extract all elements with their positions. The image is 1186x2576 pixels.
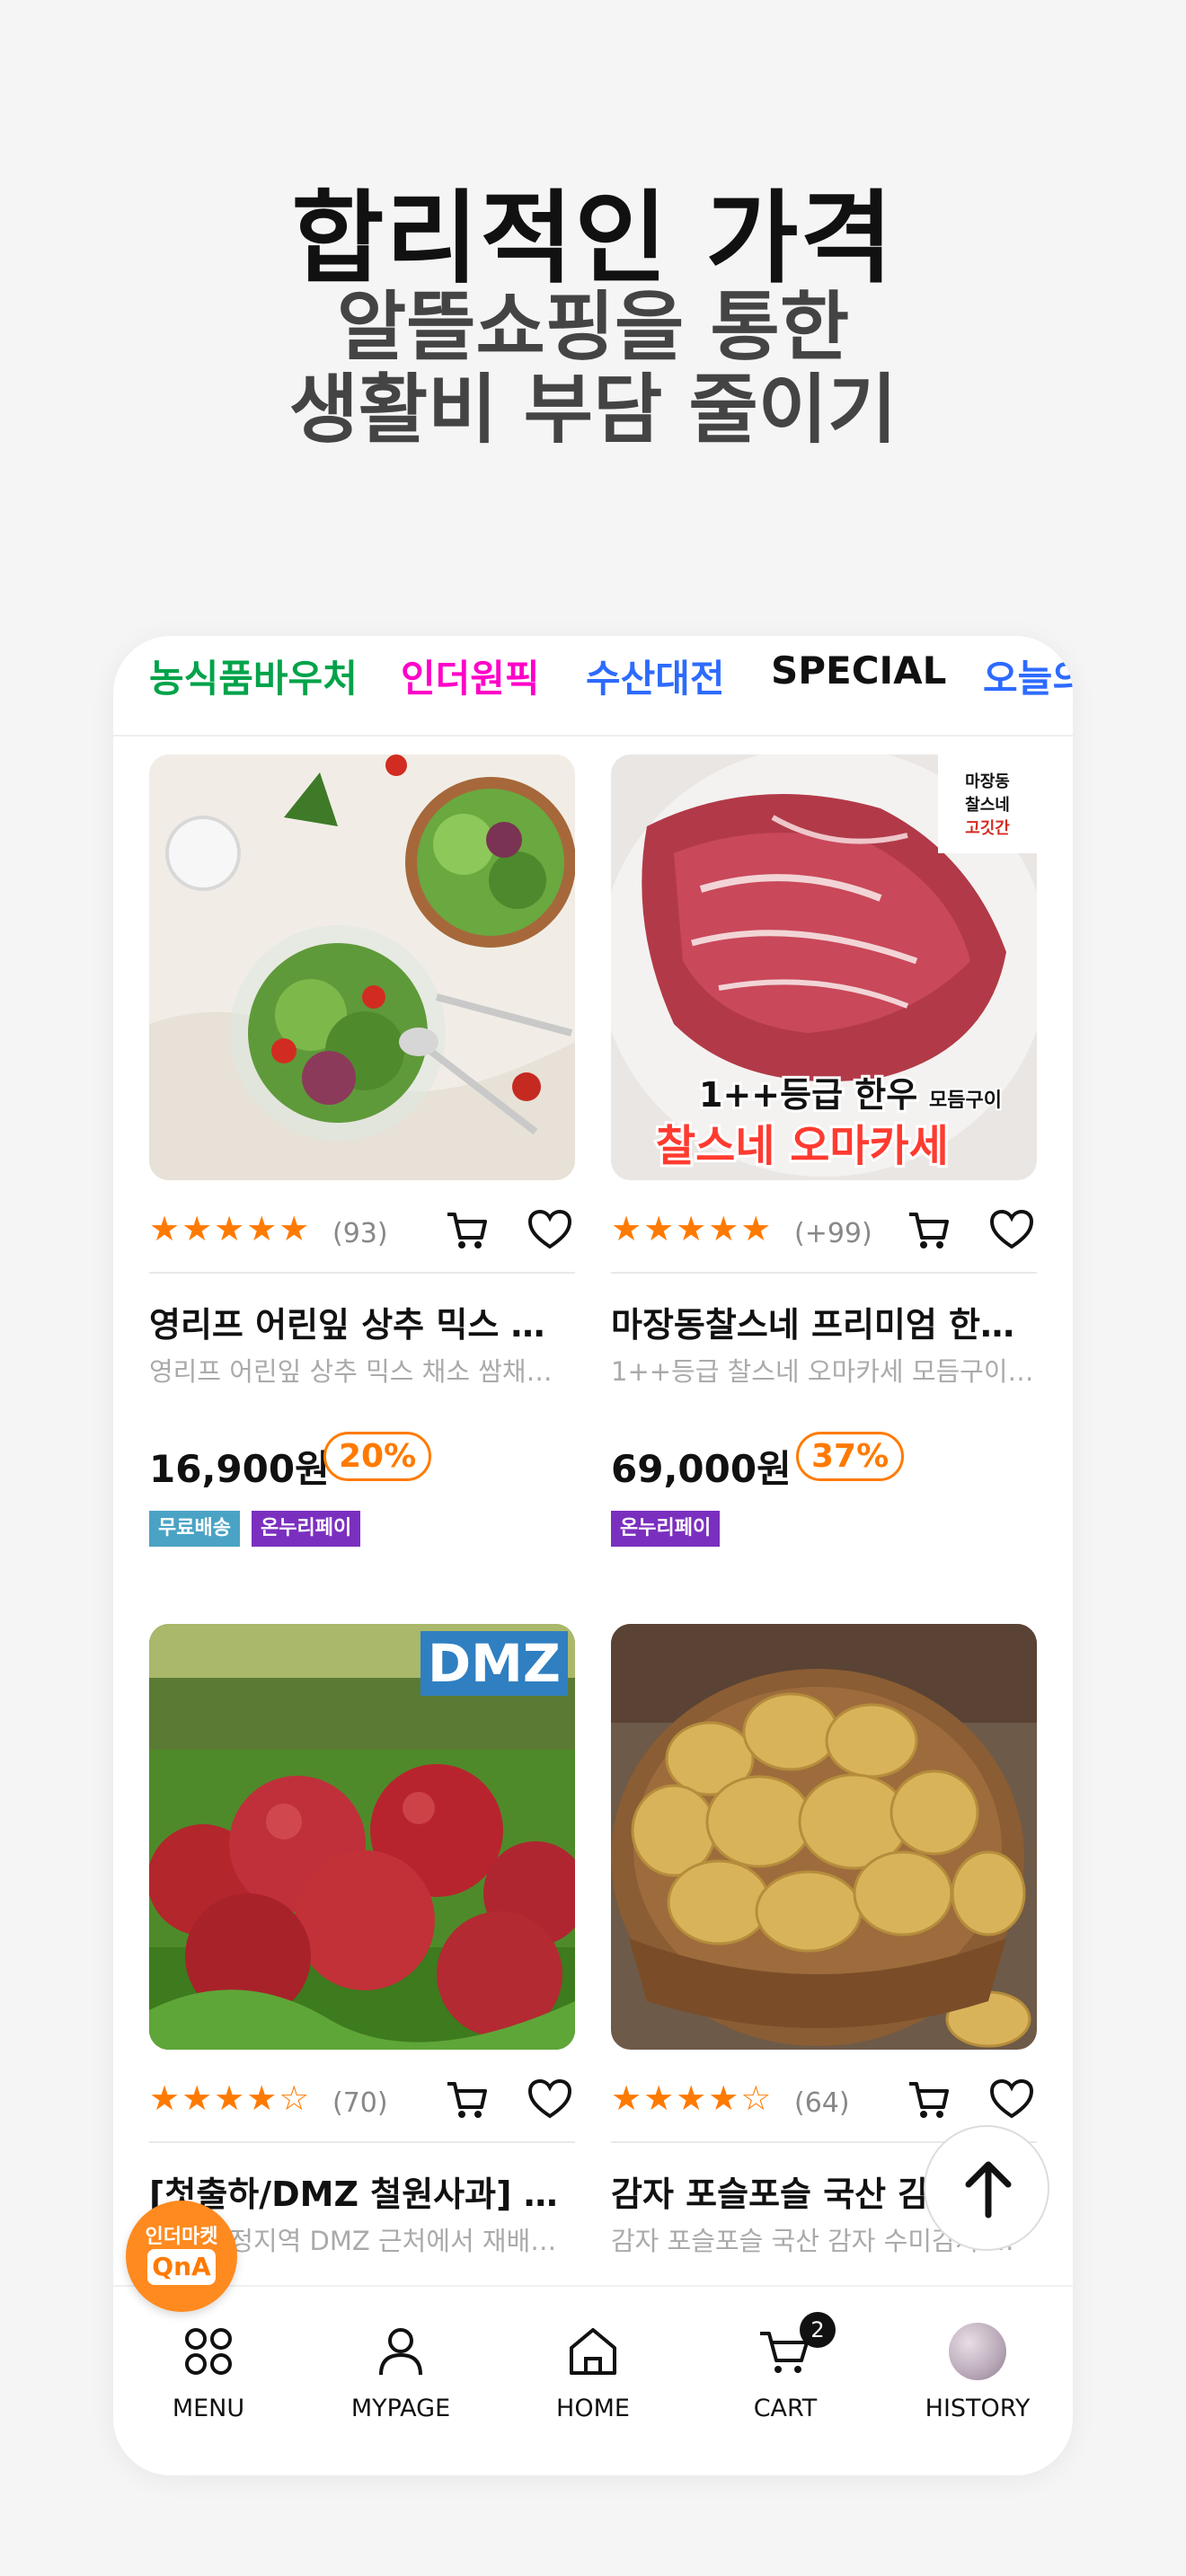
- onnuri-pay-badge: 온누리페이: [611, 1511, 721, 1547]
- hero-title: 합리적인 가격: [291, 181, 895, 297]
- wishlist-heart-icon[interactable]: [525, 2075, 575, 2125]
- arrow-up-icon: [965, 2161, 1012, 2219]
- overlay-omakase: 찰스네 오마카세: [656, 1121, 949, 1171]
- overlay-dmz: DMZ: [428, 1633, 561, 1694]
- product-description: 1++등급 찰스네 오마카세 모듬구이800g: [611, 1356, 1037, 1387]
- history-avatar: [949, 2323, 1006, 2380]
- user-icon: [379, 2328, 422, 2376]
- discount-badge: 37%: [796, 1432, 905, 1481]
- category-tabs: 농식품바우처 인더원픽 수산대전 SPECIAL 오늘의: [113, 636, 1073, 737]
- discount-badge: 20%: [323, 1432, 432, 1481]
- nav-menu[interactable]: MENU: [119, 2323, 298, 2422]
- qna-top-label: 인더마켓: [145, 2226, 218, 2248]
- grid-icon: [185, 2328, 232, 2375]
- product-name[interactable]: 영리프 어린잎 상추 믹스 채소 쌈채소: [149, 1297, 575, 1346]
- overlay-corner-line1: 마장동: [965, 772, 1010, 791]
- onnuri-pay-badge: 온누리페이: [252, 1511, 361, 1547]
- product-price: 69,000원: [611, 1447, 792, 1491]
- overlay-corner-line2: 찰스네: [965, 796, 1010, 815]
- cart-count-badge: 2: [800, 2312, 836, 2348]
- tab-inthe-pick[interactable]: 인더원픽: [401, 648, 540, 703]
- bottom-nav: MENU MYPAGE HOME 2 CART HISTORY: [113, 2285, 1073, 2475]
- free-shipping-badge: 무료배송: [149, 1511, 240, 1547]
- tab-today[interactable]: 오늘의: [983, 648, 1073, 703]
- nav-label: MYPAGE: [350, 2395, 451, 2422]
- rating-stars: ★★★★☆: [149, 2078, 312, 2118]
- nav-label: HISTORY: [925, 2395, 1031, 2422]
- product-price: 16,900원: [149, 1447, 330, 1491]
- wishlist-heart-icon[interactable]: [525, 1205, 575, 1256]
- wishlist-heart-icon[interactable]: [987, 2075, 1037, 2125]
- review-count: (93): [332, 1218, 388, 1249]
- qna-bottom-label: QnA: [147, 2249, 216, 2285]
- review-count: (64): [794, 2087, 850, 2119]
- nav-label: CART: [753, 2395, 818, 2422]
- hero-subtitle: 알뜰쇼핑을 통한 생활비 부담 줄이기: [0, 286, 1186, 451]
- overlay-corner-line3: 고깃간: [965, 819, 1010, 838]
- product-image[interactable]: [149, 754, 575, 1180]
- product-image[interactable]: 마장동 찰스네 고깃간 1++등급 한우 모듬구이 찰스네 오마카세: [611, 754, 1037, 1180]
- rating-stars: ★★★★☆: [611, 2078, 774, 2118]
- nav-cart[interactable]: 2 CART: [695, 2312, 875, 2422]
- product-card[interactable]: 마장동 찰스네 고깃간 1++등급 한우 모듬구이 찰스네 오마카세 ★★★★★…: [611, 754, 1037, 1581]
- product-name[interactable]: [첫출하/DMZ 철원사과] 고당도 사과: [149, 2166, 575, 2216]
- rating-stars: ★★★★★: [611, 1209, 774, 1248]
- product-card[interactable]: ★★★★★ (93) 영리프 어린잎 상추 믹스 채소 쌈채소 영리프 어린잎 …: [149, 754, 575, 1581]
- overlay-grade: 1++등급 한우: [699, 1075, 917, 1115]
- nav-history[interactable]: HISTORY: [888, 2323, 1067, 2422]
- product-image[interactable]: [611, 1624, 1037, 2050]
- nav-label: HOME: [556, 2395, 630, 2422]
- nav-mypage[interactable]: MYPAGE: [311, 2323, 491, 2422]
- nav-home[interactable]: HOME: [503, 2323, 683, 2422]
- product-name[interactable]: 마장동찰스네 프리미엄 한우 오마카세: [611, 1297, 1037, 1346]
- rating-stars: ★★★★★: [149, 1209, 312, 1248]
- product-card[interactable]: DMZ ★★★★☆ (70) [첫출하/DMZ 철원사과] 고당도 사과 철원 …: [149, 1624, 575, 2285]
- divider: [611, 1272, 1037, 1274]
- overlay-grade-small: 모듬구이: [929, 1090, 1002, 1112]
- hero-subtitle-line1: 알뜰쇼핑을 통한: [336, 283, 850, 371]
- home-icon: [570, 2328, 616, 2375]
- review-count: (70): [332, 2087, 388, 2119]
- review-count: (+99): [794, 1218, 872, 1249]
- product-description: 영리프 어린잎 상추 믹스 채소 쌈채소 샐러드: [149, 1356, 575, 1387]
- nav-label: MENU: [172, 2395, 245, 2422]
- divider: [149, 1272, 575, 1274]
- tab-special[interactable]: SPECIAL: [771, 648, 946, 693]
- add-to-cart-icon[interactable]: [904, 2075, 954, 2125]
- tab-seafood[interactable]: 수산대전: [586, 648, 725, 703]
- add-to-cart-icon[interactable]: [442, 2075, 492, 2125]
- wishlist-heart-icon[interactable]: [987, 1205, 1037, 1256]
- product-image[interactable]: DMZ: [149, 1624, 575, 2050]
- hero-subtitle-line2: 생활비 부담 줄이기: [288, 366, 898, 454]
- qna-button[interactable]: 인더마켓 QnA: [126, 2201, 237, 2312]
- tab-voucher[interactable]: 농식품바우처: [149, 648, 358, 703]
- scroll-to-top-button[interactable]: [924, 2125, 1049, 2251]
- divider: [149, 2141, 575, 2143]
- add-to-cart-icon[interactable]: [904, 1205, 954, 1256]
- add-to-cart-icon[interactable]: [442, 1205, 492, 1256]
